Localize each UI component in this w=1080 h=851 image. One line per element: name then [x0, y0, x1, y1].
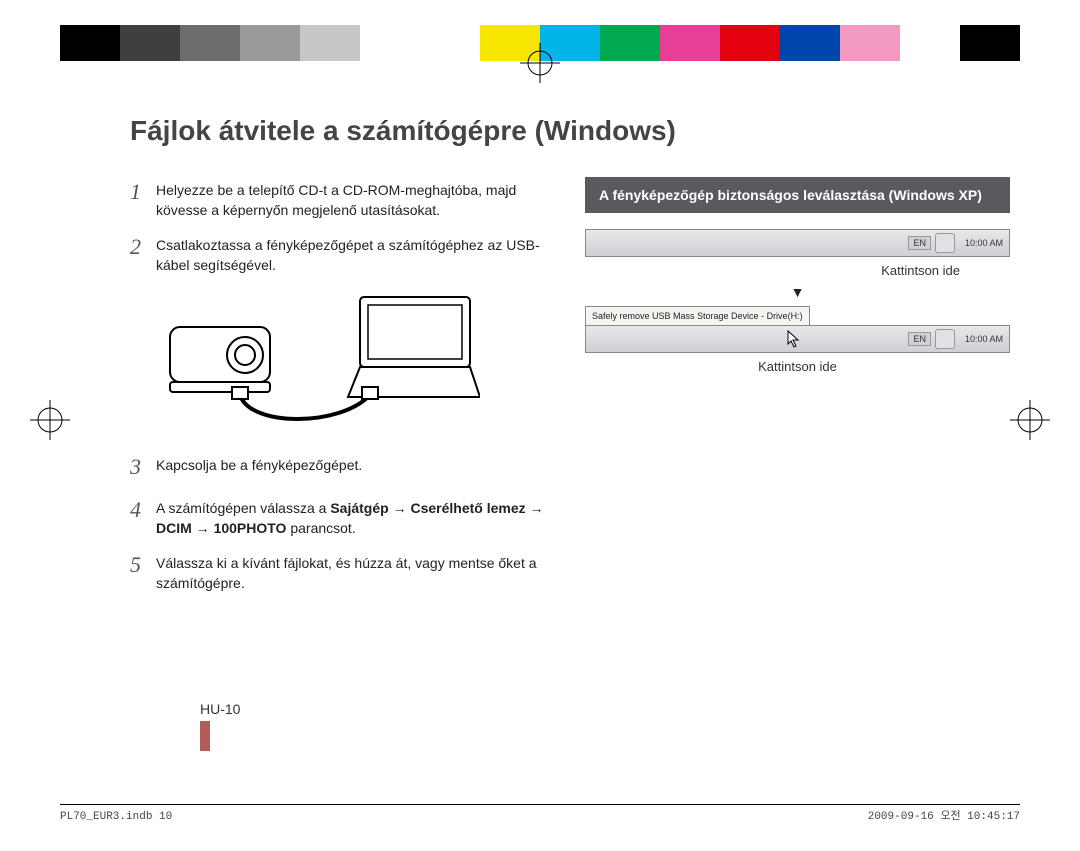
page-number: HU-10 — [200, 701, 240, 751]
color-swatch — [60, 25, 120, 61]
step-4-post: parancsot. — [286, 520, 355, 536]
step-4-pre: A számítógépen válassza a — [156, 500, 330, 516]
footer-filename: PL70_EUR3.indb 10 — [60, 811, 172, 823]
steps-column: 1 Helyezze be a telepítő CD-t a CD-ROM-m… — [130, 177, 555, 606]
page-number-bar-icon — [200, 721, 210, 751]
step-4-path-sajatgep: Sajátgép — [330, 500, 388, 516]
step-1: 1 Helyezze be a telepítő CD-t a CD-ROM-m… — [130, 177, 555, 220]
step-4-path-lemez: Cserélhető lemez — [410, 500, 525, 516]
footer-rule — [60, 804, 1020, 805]
step-3: 3 Kapcsolja be a fényképezőgépet. — [130, 452, 555, 483]
taskbar-screenshot-2: Safely remove USB Mass Storage Device - … — [585, 306, 1010, 353]
color-swatch — [780, 25, 840, 61]
step-2: 2 Csatlakoztassa a fényképezőgépet a szá… — [130, 232, 555, 275]
language-indicator: EN — [908, 236, 931, 250]
tray-clock: 10:00 AM — [959, 334, 1009, 344]
page-number-text: HU-10 — [200, 701, 240, 717]
color-swatch — [900, 25, 960, 61]
step-4-path-dcim: DCIM — [156, 520, 192, 536]
color-swatch — [600, 25, 660, 61]
color-swatch — [840, 25, 900, 61]
registration-mark-right — [1010, 400, 1050, 440]
color-swatch — [420, 25, 480, 61]
language-indicator: EN — [908, 332, 931, 346]
step-number: 4 — [130, 495, 156, 538]
registration-mark-top — [520, 43, 560, 83]
step-text: Csatlakoztassa a fényképezőgépet a számí… — [156, 232, 555, 275]
click-here-caption-2: Kattintson ide — [585, 359, 1010, 374]
tray-clock: 10:00 AM — [959, 238, 1009, 248]
step-4-path-100photo: 100PHOTO — [214, 520, 287, 536]
tray-safely-remove-icon — [935, 233, 955, 253]
color-swatch — [960, 25, 1020, 61]
color-swatch — [240, 25, 300, 61]
step-text: Válassza ki a kívánt fájlokat, és húzza … — [156, 550, 555, 593]
registration-mark-left — [30, 400, 70, 440]
color-swatch — [300, 25, 360, 61]
color-swatch — [360, 25, 420, 61]
step-text: Kapcsolja be a fényképezőgépet. — [156, 452, 362, 483]
step-text: A számítógépen válassza a Sajátgép → Cse… — [156, 495, 555, 538]
tray-safely-remove-icon — [935, 329, 955, 349]
color-swatch — [660, 25, 720, 61]
taskbar-screenshot-1: EN 10:00 AM — [585, 229, 1010, 257]
safe-remove-heading: A fényképezőgép biztonságos leválasztása… — [585, 177, 1010, 213]
footer-timestamp: 2009-09-16 오전 10:45:17 — [868, 807, 1020, 823]
step-number: 5 — [130, 550, 156, 593]
step-5: 5 Válassza ki a kívánt fájlokat, és húzz… — [130, 550, 555, 593]
click-here-caption-1: Kattintson ide — [585, 263, 1010, 278]
step-text: Helyezze be a telepítő CD-t a CD-ROM-meg… — [156, 177, 555, 220]
step-number: 2 — [130, 232, 156, 275]
safely-remove-balloon: Safely remove USB Mass Storage Device - … — [585, 306, 810, 326]
page-title: Fájlok átvitele a számítógépre (Windows) — [130, 115, 1010, 147]
step-number: 1 — [130, 177, 156, 220]
color-swatch — [720, 25, 780, 61]
step-4: 4 A számítógépen válassza a Sajátgép → C… — [130, 495, 555, 538]
arrow-icon: → — [526, 500, 544, 516]
arrow-icon: → — [192, 520, 214, 536]
arrow-icon: → — [389, 500, 411, 516]
color-swatch — [120, 25, 180, 61]
safe-remove-column: A fényképezőgép biztonságos leválasztása… — [585, 177, 1010, 606]
down-triangle-icon: ▼ — [585, 284, 1010, 300]
camera-laptop-illustration — [160, 287, 555, 432]
color-swatch — [180, 25, 240, 61]
step-number: 3 — [130, 452, 156, 483]
